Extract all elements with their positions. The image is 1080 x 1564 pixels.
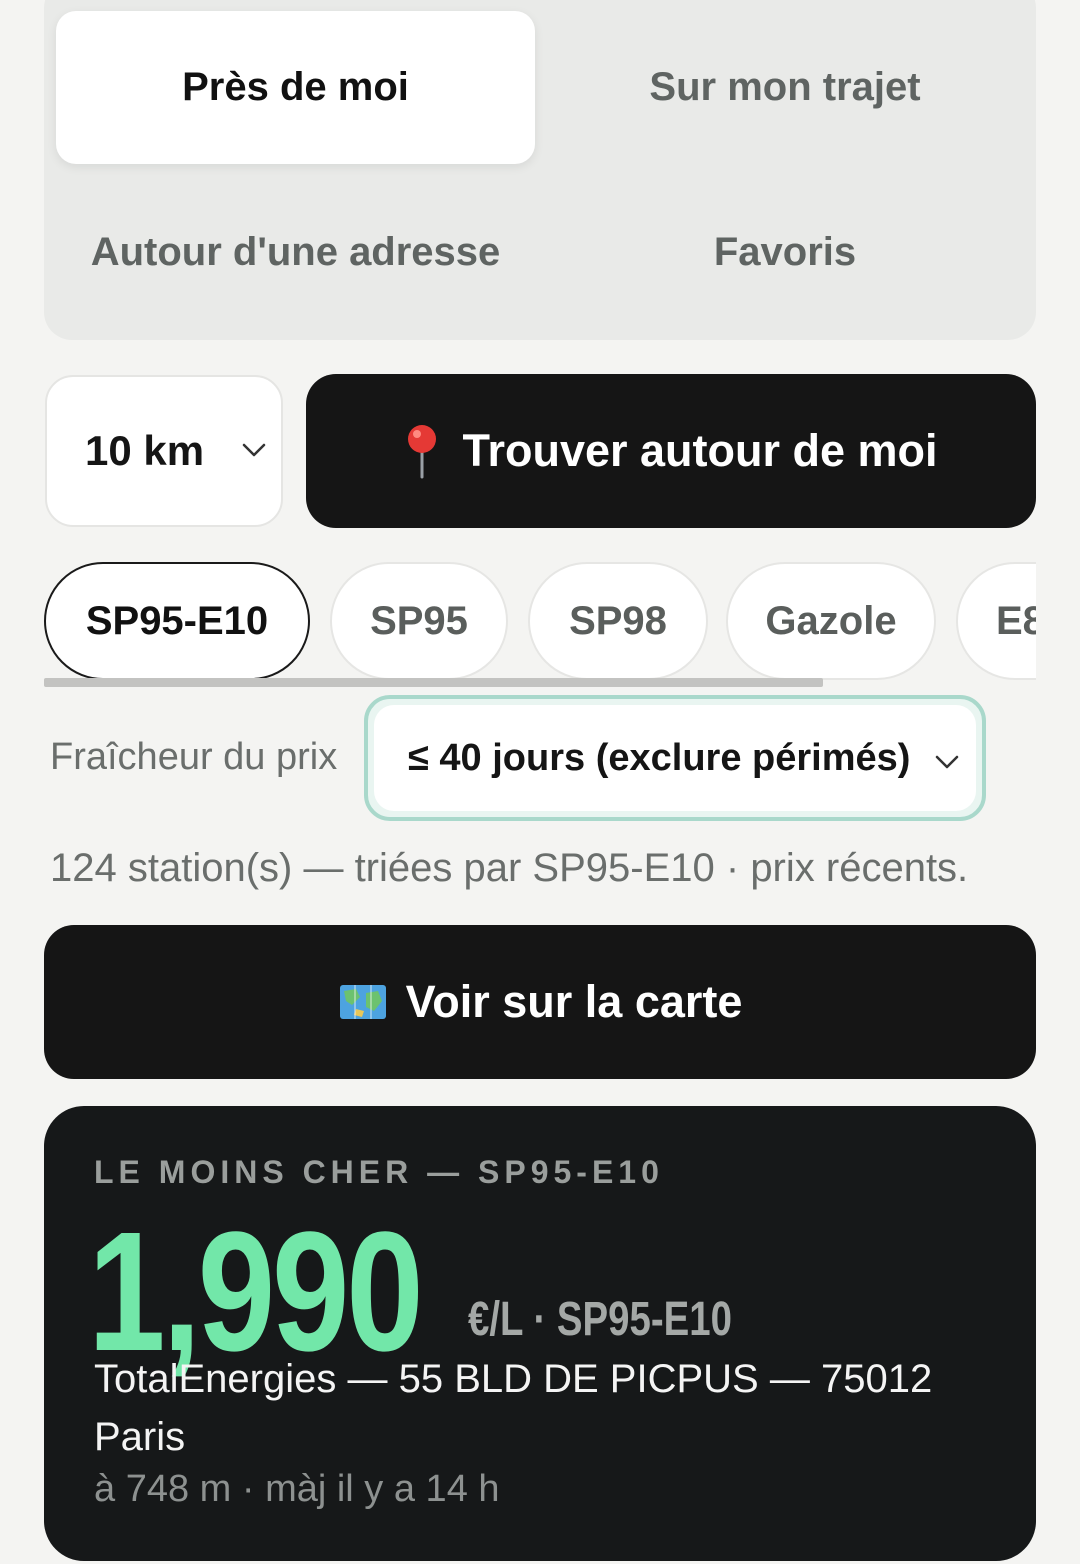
chip-scrollbar[interactable] bbox=[44, 678, 823, 687]
results-summary: 124 station(s) — triées par SP95-E10 · p… bbox=[50, 846, 969, 890]
fuel-chip-sp98[interactable]: SP98 bbox=[528, 562, 708, 680]
cheapest-station-card[interactable]: LE MOINS CHER — SP95-E10 1,990 €/L · SP9… bbox=[44, 1106, 1036, 1561]
find-button-label: Trouver autour de moi bbox=[462, 425, 938, 476]
fuel-chip-gazole[interactable]: Gazole bbox=[726, 562, 936, 680]
tab-favorites[interactable]: Favoris bbox=[544, 176, 1026, 329]
tab-on-route[interactable]: Sur mon trajet bbox=[544, 11, 1026, 164]
map-icon bbox=[339, 985, 386, 1019]
page: Près de moi Sur mon trajet Autour d'une … bbox=[0, 0, 1080, 1564]
freshness-value: ≤ 40 jours (exclure périmés) bbox=[408, 736, 911, 779]
search-mode-tabs: Près de moi Sur mon trajet Autour d'une … bbox=[44, 0, 1036, 340]
pin-icon bbox=[408, 425, 437, 479]
tab-near-me[interactable]: Près de moi bbox=[56, 11, 535, 164]
card-kicker: LE MOINS CHER — SP95-E10 bbox=[94, 1154, 664, 1190]
radius-value: 10 km bbox=[85, 427, 205, 474]
fuel-chip-sp95[interactable]: SP95 bbox=[330, 562, 508, 680]
tab-around-address[interactable]: Autour d'une adresse bbox=[56, 176, 535, 329]
view-on-map-label: Voir sur la carte bbox=[405, 976, 743, 1027]
fuel-chip-e85[interactable]: E85 bbox=[956, 562, 1036, 680]
fuel-chip-list: SP95-E10 SP95 SP98 Gazole E85 bbox=[44, 560, 1036, 684]
freshness-label: Fraîcheur du prix bbox=[50, 736, 338, 778]
radius-select[interactable]: 10 km bbox=[45, 375, 283, 527]
view-on-map-button[interactable]: Voir sur la carte bbox=[44, 925, 1036, 1079]
chevron-down-icon bbox=[935, 755, 959, 769]
freshness-select-inner: ≤ 40 jours (exclure périmés) bbox=[374, 705, 976, 811]
freshness-select[interactable]: ≤ 40 jours (exclure périmés) bbox=[364, 695, 986, 821]
fuel-chip-sp95-e10[interactable]: SP95-E10 bbox=[44, 562, 310, 680]
chevron-down-icon bbox=[242, 443, 266, 457]
find-around-me-button[interactable]: Trouver autour de moi bbox=[306, 374, 1036, 528]
price-unit: €/L · SP95-E10 bbox=[468, 1293, 732, 1346]
station-meta: à 748 m · màj il y a 14 h bbox=[94, 1468, 500, 1510]
station-address: TotalEnergies — 55 BLD DE PICPUS — 75012… bbox=[94, 1357, 933, 1459]
